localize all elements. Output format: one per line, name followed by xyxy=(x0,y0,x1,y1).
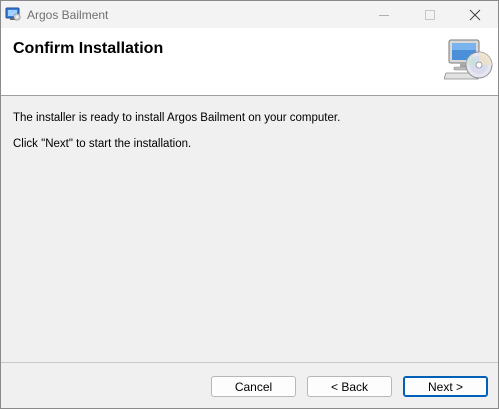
close-icon xyxy=(469,9,481,20)
window-title: Argos Bailment xyxy=(27,8,109,22)
cancel-button[interactable]: Cancel xyxy=(211,376,296,397)
maximize-icon xyxy=(425,9,435,20)
back-button[interactable]: < Back xyxy=(307,376,392,397)
minimize-icon xyxy=(379,14,389,16)
ready-message: The installer is ready to install Argos … xyxy=(13,112,341,124)
page-title: Confirm Installation xyxy=(13,40,164,57)
close-button[interactable] xyxy=(452,1,498,28)
title-bar[interactable]: Argos Bailment xyxy=(1,1,498,28)
installer-app-icon xyxy=(5,7,21,22)
next-button[interactable]: Next > xyxy=(403,376,488,397)
minimize-button[interactable] xyxy=(361,1,407,28)
installer-window: Argos Bailment Confirm Installation The … xyxy=(0,0,499,409)
footer-divider xyxy=(1,362,498,363)
next-instruction: Click "Next" to start the installation. xyxy=(13,138,192,150)
header-banner: Confirm Installation xyxy=(1,28,498,96)
maximize-button[interactable] xyxy=(407,1,453,28)
computer-cd-icon xyxy=(443,38,494,82)
